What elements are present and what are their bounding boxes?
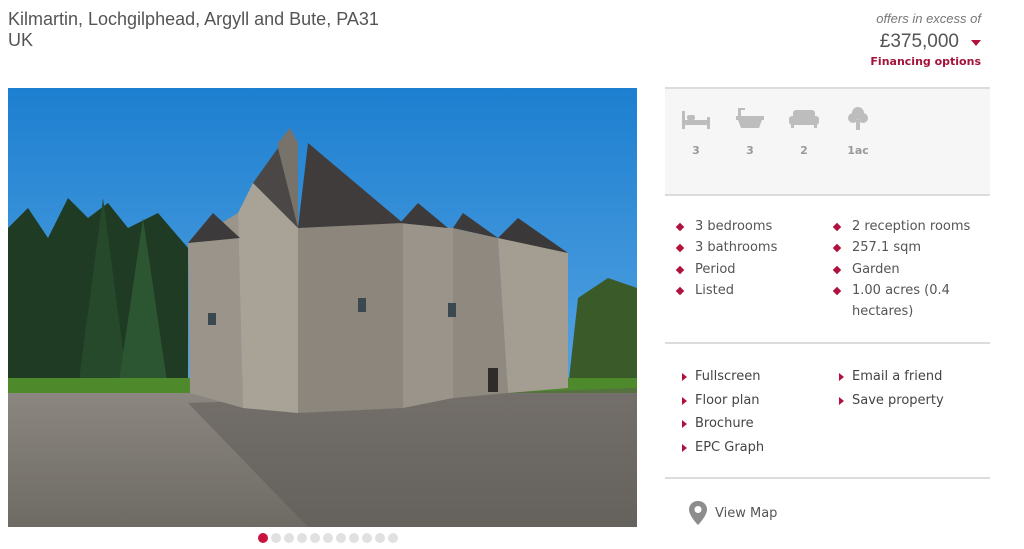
arrow-right-icon: [839, 373, 844, 381]
financing-options-link[interactable]: Financing options: [870, 55, 981, 68]
price-qualifier: offers in excess of: [876, 11, 981, 26]
gallery-dot[interactable]: [349, 533, 359, 543]
bathrooms-count: 3: [746, 144, 754, 157]
summary-land: 1ac: [838, 105, 878, 157]
gallery-dot[interactable]: [258, 533, 268, 543]
price-dropdown[interactable]: £375,000: [870, 31, 981, 53]
address-line-2: UK: [8, 30, 34, 50]
arrow-right-icon: [682, 373, 687, 381]
gallery-pagination: [258, 533, 398, 543]
arrow-right-icon: [682, 420, 687, 428]
property-summary-icons: 3 3 2 1ac: [665, 89, 990, 194]
feature-item: 257.1 sqm: [852, 240, 922, 255]
bullet-icon: [832, 222, 842, 232]
sofa-icon: [789, 110, 819, 128]
save-property-link[interactable]: Save property: [852, 393, 944, 408]
property-address: Kilmartin, Lochgilphead, Argyll and Bute…: [8, 9, 379, 51]
gallery-dot[interactable]: [362, 533, 372, 543]
divider: [665, 477, 990, 479]
feature-item: Period: [695, 262, 736, 277]
summary-bathrooms: 3: [730, 105, 770, 157]
email-friend-link[interactable]: Email a friend: [852, 369, 942, 384]
map-pin-icon: [689, 501, 707, 525]
bullet-icon: [675, 243, 685, 253]
feature-item: Garden: [852, 262, 900, 277]
bullet-icon: [832, 265, 842, 275]
view-map-label: View Map: [715, 505, 778, 521]
feature-item: 3 bathrooms: [695, 240, 778, 255]
divider: [665, 194, 990, 196]
summary-receptions: 2: [784, 105, 824, 157]
gallery-dot[interactable]: [336, 533, 346, 543]
summary-bedrooms: 3: [676, 105, 716, 157]
bullet-icon: [675, 265, 685, 275]
caret-down-icon[interactable]: [971, 40, 981, 46]
tree-icon: [848, 107, 868, 130]
view-map-button[interactable]: View Map: [688, 500, 777, 526]
feature-item: 3 bedrooms: [695, 219, 773, 234]
gallery-dot[interactable]: [375, 533, 385, 543]
gallery-dot[interactable]: [271, 533, 281, 543]
gallery-dot[interactable]: [297, 533, 307, 543]
gallery-dot[interactable]: [310, 533, 320, 543]
receptions-count: 2: [800, 144, 808, 157]
bedrooms-count: 3: [692, 144, 700, 157]
price-value: £375,000: [879, 31, 959, 52]
feature-item: 2 reception rooms: [852, 219, 971, 234]
brochure-link[interactable]: Brochure: [695, 416, 754, 431]
arrow-right-icon: [682, 444, 687, 452]
bullet-icon: [675, 222, 685, 232]
land-size: 1ac: [847, 144, 869, 157]
floor-plan-link[interactable]: Floor plan: [695, 393, 760, 408]
gallery-dot[interactable]: [388, 533, 398, 543]
castle-photo-image: [8, 88, 637, 527]
bed-icon: [682, 111, 710, 129]
feature-item-continued: hectares): [852, 304, 914, 319]
bullet-icon: [832, 243, 842, 253]
feature-item: 1.00 acres (0.4: [852, 283, 950, 298]
divider: [665, 342, 990, 344]
epc-graph-link[interactable]: EPC Graph: [695, 440, 764, 455]
fullscreen-link[interactable]: Fullscreen: [695, 369, 760, 384]
price-block: offers in excess of £375,000 Financing o…: [870, 11, 981, 68]
arrow-right-icon: [682, 397, 687, 405]
arrow-right-icon: [839, 397, 844, 405]
bullet-icon: [832, 286, 842, 296]
bullet-icon: [675, 286, 685, 296]
feature-item: Listed: [695, 283, 734, 298]
address-line-1: Kilmartin, Lochgilphead, Argyll and Bute…: [8, 9, 379, 29]
gallery-dot[interactable]: [323, 533, 333, 543]
bath-icon: [736, 108, 764, 128]
property-photo[interactable]: [8, 88, 637, 527]
gallery-dot[interactable]: [284, 533, 294, 543]
